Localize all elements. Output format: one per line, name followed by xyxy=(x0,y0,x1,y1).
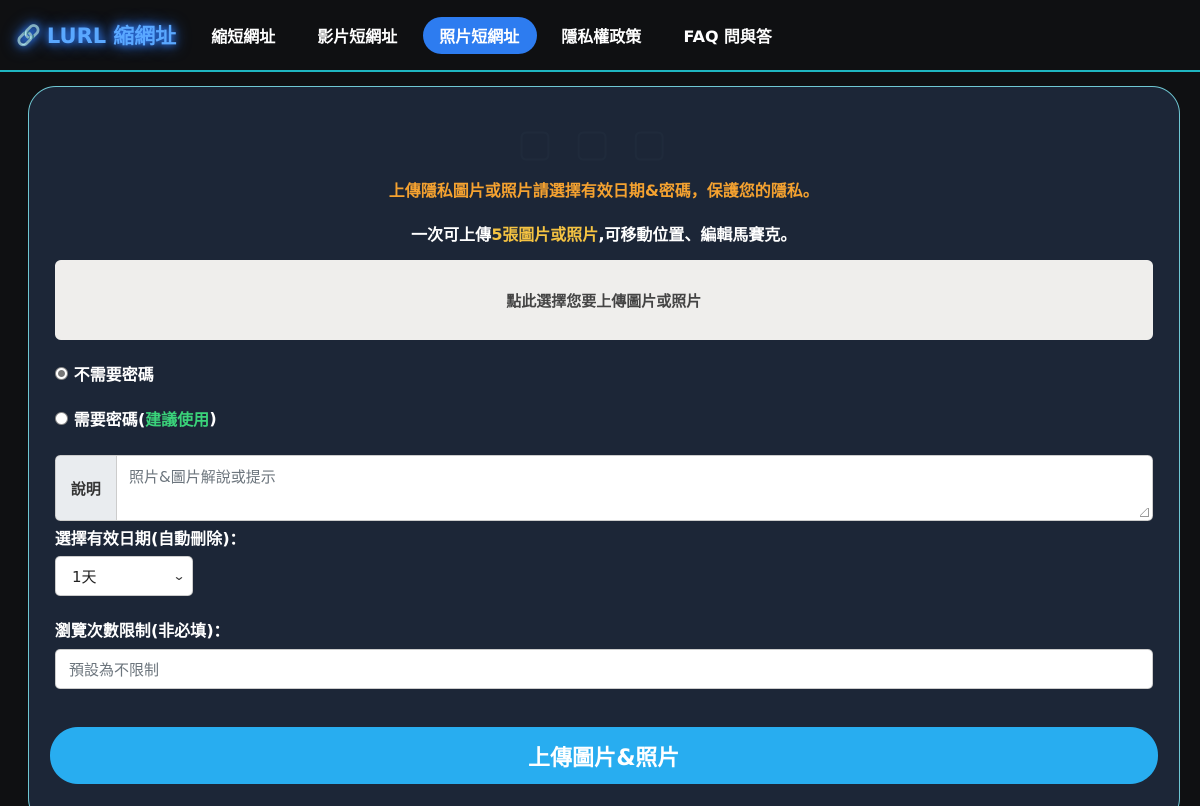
password-label: 需要密碼( xyxy=(74,410,146,429)
expiry-label: 選擇有效日期(自動刪除)： xyxy=(55,529,246,548)
upload-card: ▢ ▢ ▢ 上傳隱私圖片或照片請選擇有效日期&密碼，保護您的隱私。 一次可上傳5… xyxy=(28,86,1180,806)
brand-logo[interactable]: 🔗 LURL 縮網址 xyxy=(16,15,176,55)
brand-name: LURL 縮網址 xyxy=(46,24,177,48)
no-password-label: 不需要密碼 xyxy=(74,365,155,384)
chevron-down-icon: ⌄ xyxy=(172,569,186,583)
password-radio[interactable] xyxy=(55,411,68,425)
card-ghost-decoration: ▢ ▢ ▢ xyxy=(517,121,672,165)
link-icon: 🔗 xyxy=(16,23,41,47)
nav-item-video-short-url[interactable]: 影片短網址 xyxy=(300,17,414,54)
no-password-radio[interactable] xyxy=(55,366,68,380)
resize-grip-icon[interactable] xyxy=(1140,508,1149,517)
password-option[interactable]: 需要密碼(建議使用) xyxy=(55,406,217,430)
description-placeholder: 照片&圖片解說或提示 xyxy=(129,468,276,486)
upload-limit-notice: 一次可上傳5張圖片或照片,可移動位置、編輯馬賽克。 xyxy=(29,221,1179,245)
views-limit-label: 瀏覽次數限制(非必填)： xyxy=(55,621,230,640)
description-group: 說明 照片&圖片解說或提示 xyxy=(55,455,1153,521)
nav-item-shorten-url[interactable]: 縮短網址 xyxy=(194,17,292,54)
description-label: 說明 xyxy=(55,455,116,521)
nav-item-privacy-policy[interactable]: 隱私權政策 xyxy=(545,17,659,54)
nav-item-photo-short-url[interactable]: 照片短網址 xyxy=(422,16,537,54)
file-upload-dropzone[interactable]: 點此選擇您要上傳圖片或照片 xyxy=(55,260,1153,340)
upload-limit-prefix: 一次可上傳 xyxy=(411,225,492,244)
upload-submit-button[interactable]: 上傳圖片&照片 xyxy=(50,727,1158,784)
top-navbar: 🔗 LURL 縮網址 縮短網址 影片短網址 照片短網址 隱私權政策 FAQ 問與… xyxy=(0,0,1200,72)
privacy-notice: 上傳隱私圖片或照片請選擇有效日期&密碼，保護您的隱私。 xyxy=(389,181,819,200)
no-password-option[interactable]: 不需要密碼 xyxy=(55,361,154,385)
password-label-close: ) xyxy=(209,408,217,428)
views-limit-placeholder: 預設為不限制 xyxy=(69,660,160,679)
password-recommend-hint: 建議使用 xyxy=(145,410,210,429)
views-limit-input[interactable]: 預設為不限制 xyxy=(55,649,1153,689)
expiry-select[interactable]: 1天 ⌄ xyxy=(55,556,193,596)
expiry-selected-value: 1天 xyxy=(72,567,97,586)
upload-limit-suffix: ,可移動位置、編輯馬賽克。 xyxy=(598,225,797,244)
nav-item-faq[interactable]: FAQ 問與答 xyxy=(667,17,790,54)
description-textarea[interactable]: 照片&圖片解說或提示 xyxy=(116,455,1153,521)
nav-menu: 縮短網址 影片短網址 照片短網址 隱私權政策 FAQ 問與答 xyxy=(194,16,797,54)
upload-limit-count: 5張圖片或照片 xyxy=(491,225,599,244)
